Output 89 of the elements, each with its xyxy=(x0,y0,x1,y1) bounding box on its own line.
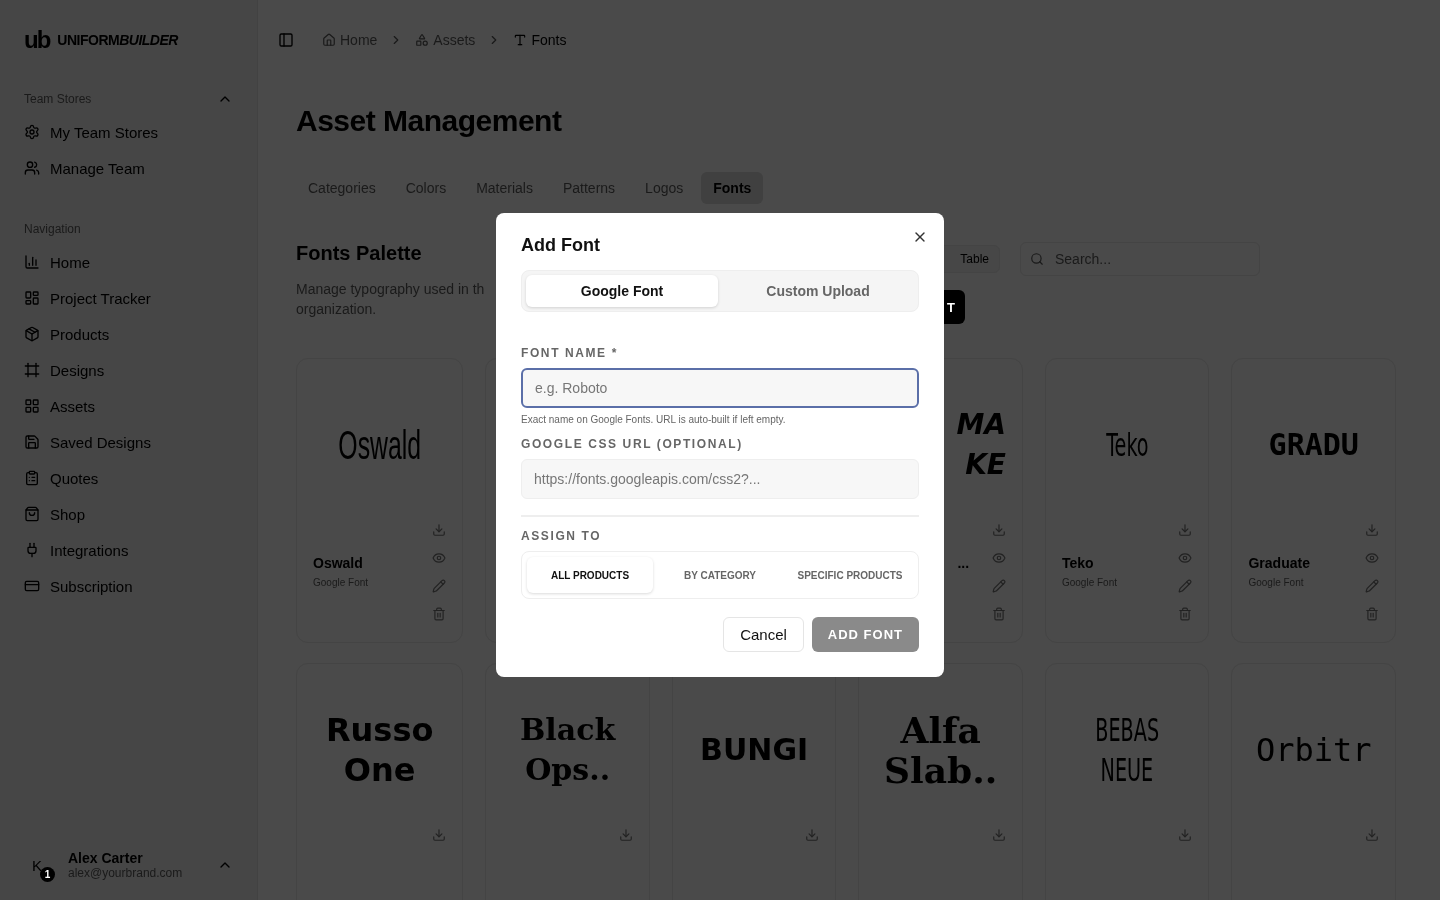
pencil-icon[interactable] xyxy=(991,579,1006,593)
source-tab[interactable]: Google Font xyxy=(526,275,718,307)
grid-icon xyxy=(24,398,40,414)
nav-item[interactable]: My Team Stores xyxy=(24,114,233,150)
pencil-icon[interactable] xyxy=(432,579,447,593)
font-preview: Orbitr xyxy=(1255,730,1372,770)
eye-icon[interactable] xyxy=(432,551,447,565)
download-icon[interactable] xyxy=(1365,828,1379,842)
nav-item[interactable]: Project Tracker xyxy=(24,280,233,316)
field-label: ASSIGN TO xyxy=(521,529,603,543)
font-preview: Slab.. xyxy=(884,750,998,790)
download-icon[interactable] xyxy=(805,828,820,842)
clipboard-icon xyxy=(24,470,40,486)
trash-icon[interactable] xyxy=(1178,607,1193,621)
dialog-title: Add Font xyxy=(521,235,601,256)
package-icon xyxy=(24,326,40,342)
page-title: Asset Management xyxy=(296,104,563,138)
field-label: GOOGLE CSS URL (OPTIONAL) xyxy=(521,437,744,451)
font-preview: Ops.. xyxy=(525,751,611,789)
source-tab[interactable]: Custom Upload xyxy=(722,275,914,307)
assign-option[interactable]: SPECIFIC PRODUCTS xyxy=(787,557,913,593)
eye-icon[interactable] xyxy=(991,551,1006,565)
nav-item[interactable]: Saved Designs xyxy=(24,424,233,460)
tab[interactable]: Fonts xyxy=(701,172,764,204)
trash-icon[interactable] xyxy=(1365,607,1379,621)
nav-item[interactable]: Designs xyxy=(24,352,233,388)
nav-item[interactable]: Manage Team xyxy=(24,150,233,186)
trash-icon[interactable] xyxy=(991,607,1006,621)
font-preview: KE xyxy=(965,447,1006,483)
download-icon[interactable] xyxy=(991,523,1006,537)
font-preview: Black xyxy=(520,711,616,749)
nav-item[interactable]: Subscription xyxy=(24,568,233,604)
download-icon[interactable] xyxy=(1178,523,1193,537)
bag-icon xyxy=(24,506,40,522)
font-preview: MA xyxy=(956,407,1006,443)
home-icon xyxy=(322,33,336,47)
font-preview: BUNGI xyxy=(700,731,809,769)
assign-option[interactable]: BY CATEGORY xyxy=(657,557,783,593)
field-label: FONT NAME * xyxy=(521,346,619,360)
download-icon[interactable] xyxy=(991,828,1006,842)
download-icon[interactable] xyxy=(1365,523,1379,537)
download-icon[interactable] xyxy=(432,828,447,842)
font-preview: Oswald xyxy=(338,425,422,465)
field-hint: Exact name on Google Fonts. URL is auto-built if left empty. xyxy=(521,414,787,425)
font-preview: BEBAS xyxy=(1095,710,1160,750)
font-preview: Teko xyxy=(1106,425,1149,465)
user-name: Alex Carter xyxy=(68,850,144,866)
nav-item[interactable]: Shop xyxy=(24,496,233,532)
font-name: Teko xyxy=(1061,555,1095,571)
section-title: Fonts Palette xyxy=(296,242,423,265)
font-preview: One xyxy=(343,750,416,790)
pencil-icon[interactable] xyxy=(1178,579,1193,593)
dashboard-icon xyxy=(24,290,40,306)
assign-option[interactable]: ALL PRODUCTS xyxy=(527,557,653,593)
download-icon[interactable] xyxy=(1178,828,1193,842)
cancel-button[interactable]: Cancel xyxy=(723,617,804,652)
nav-item[interactable]: Integrations xyxy=(24,532,233,568)
frame-icon xyxy=(24,362,40,378)
font-name: ... xyxy=(957,555,970,571)
brand-logo: ub xyxy=(24,26,50,54)
download-icon[interactable] xyxy=(618,828,633,842)
font-preview: GRADU xyxy=(1268,426,1359,464)
shapes-icon xyxy=(415,33,430,47)
brand-name: UNIFORMBUILDER xyxy=(57,32,178,48)
credit-card-icon xyxy=(24,578,40,594)
search-icon xyxy=(1030,252,1044,266)
trash-icon[interactable] xyxy=(432,607,447,621)
font-name: Graduate xyxy=(1248,555,1310,571)
type-icon xyxy=(513,33,528,47)
nav-item[interactable]: Home xyxy=(24,244,233,280)
font-preview: Russo xyxy=(325,710,434,750)
sidebar-toggle-icon[interactable] xyxy=(278,32,294,48)
font-preview: NEUE xyxy=(1100,750,1154,790)
bar-chart-icon xyxy=(24,254,40,270)
notification-badge: 1 xyxy=(40,866,55,882)
nav-item[interactable]: Assets xyxy=(24,388,233,424)
eye-icon[interactable] xyxy=(1365,551,1379,565)
gear-icon xyxy=(24,124,40,140)
eye-icon[interactable] xyxy=(1178,551,1193,565)
pencil-icon[interactable] xyxy=(1365,579,1379,593)
nav-item[interactable]: Products xyxy=(24,316,233,352)
users-icon xyxy=(24,160,40,176)
download-icon[interactable] xyxy=(432,523,447,537)
font-preview: Alfa xyxy=(900,710,981,750)
plug-icon xyxy=(24,542,40,558)
nav-item[interactable]: Quotes xyxy=(24,460,233,496)
breadcrumb-link[interactable]: Fonts xyxy=(513,32,567,48)
font-name: Oswald xyxy=(313,555,364,571)
input-field[interactable]: e.g. Roboto xyxy=(521,368,919,408)
